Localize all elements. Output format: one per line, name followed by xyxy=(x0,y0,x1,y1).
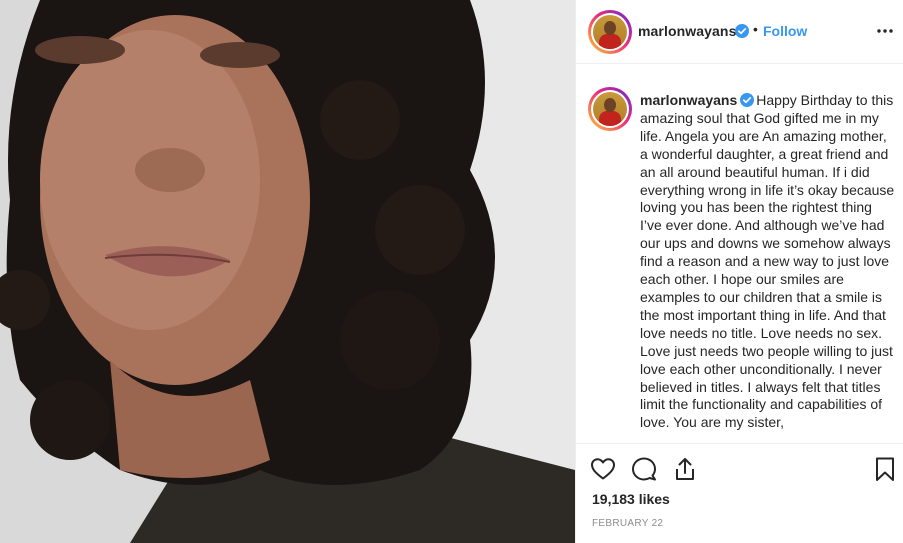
avatar[interactable] xyxy=(588,10,632,54)
caption-avatar[interactable] xyxy=(588,87,632,131)
caption: marlonwayans Happy Birthday to this amazi… xyxy=(640,92,896,432)
comments-area[interactable]: marlonwayans Happy Birthday to this amazi… xyxy=(576,65,903,443)
separator-dot: • xyxy=(753,21,758,37)
post-image[interactable] xyxy=(0,0,575,543)
verified-badge-icon xyxy=(735,24,749,38)
caption-username[interactable]: marlonwayans xyxy=(640,92,737,108)
heart-icon[interactable] xyxy=(590,456,616,482)
post-side-panel: marlonwayans • Follow marlonwayans Happy … xyxy=(575,0,903,543)
caption-text: Happy Birthday to this amazing soul that… xyxy=(640,92,895,431)
share-icon[interactable] xyxy=(672,456,698,482)
verified-badge-icon xyxy=(740,93,755,107)
post-actions: 19,183 likes FEBRUARY 22 xyxy=(576,443,903,543)
username-link[interactable]: marlonwayans xyxy=(638,23,736,39)
follow-button[interactable]: Follow xyxy=(763,23,807,39)
bookmark-icon[interactable] xyxy=(872,456,898,482)
likes-count[interactable]: 19,183 likes xyxy=(592,491,670,507)
more-options-icon[interactable] xyxy=(876,22,894,40)
post-date[interactable]: FEBRUARY 22 xyxy=(592,518,663,529)
comment-icon[interactable] xyxy=(631,456,657,482)
post-header: marlonwayans • Follow xyxy=(576,0,903,64)
